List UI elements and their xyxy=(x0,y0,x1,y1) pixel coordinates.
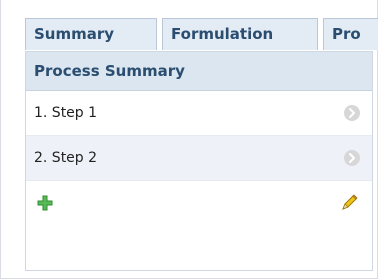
process-step-label: 2. Step 2 xyxy=(34,150,98,166)
process-summary-panel: Process Summary 1. Step 1 2. Step 2 xyxy=(25,51,373,271)
chevron-right-icon[interactable] xyxy=(344,150,360,166)
plus-icon[interactable] xyxy=(34,192,56,214)
process-step-label: 1. Step 1 xyxy=(34,105,98,121)
panel-footer xyxy=(26,181,372,225)
window-frame: Summary Formulation Pro Process Summary … xyxy=(0,0,378,279)
tab-bar: Summary Formulation Pro xyxy=(25,18,378,52)
tab-summary[interactable]: Summary xyxy=(25,18,157,50)
process-step-row[interactable]: 2. Step 2 xyxy=(26,136,372,181)
tab-process[interactable]: Pro xyxy=(323,18,378,50)
pencil-icon[interactable] xyxy=(338,192,360,214)
chevron-right-icon[interactable] xyxy=(344,105,360,121)
tab-formulation[interactable]: Formulation xyxy=(162,18,318,50)
panel-title: Process Summary xyxy=(26,52,372,91)
process-step-row[interactable]: 1. Step 1 xyxy=(26,91,372,136)
